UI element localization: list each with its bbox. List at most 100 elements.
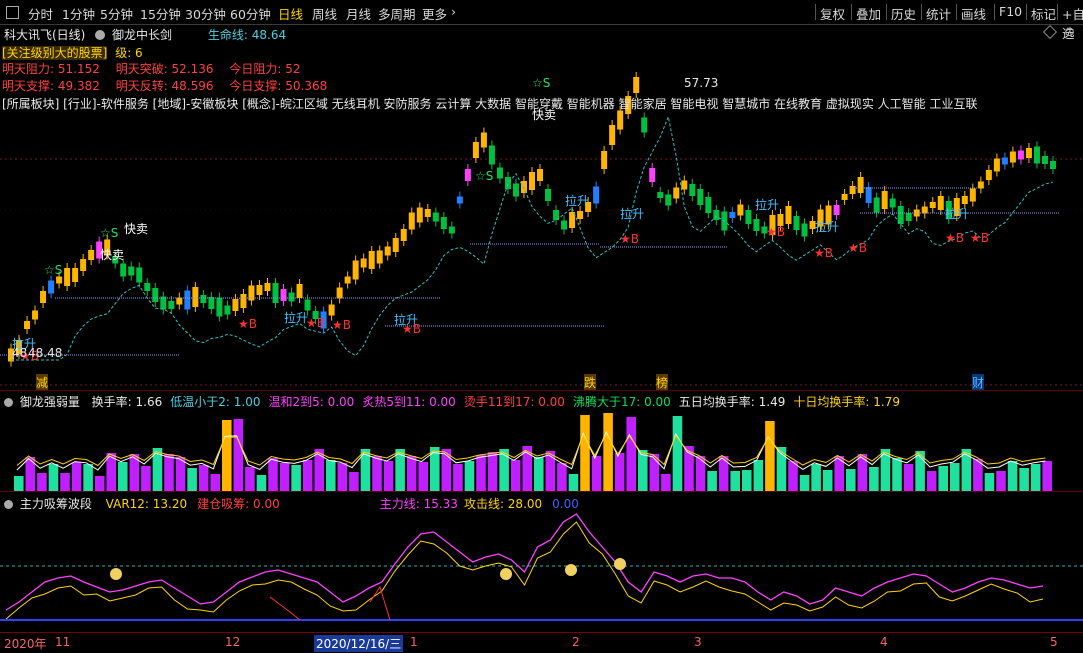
chart-annotation: ★B xyxy=(238,317,257,331)
period-tab[interactable]: 月线 xyxy=(346,4,371,23)
date-axis: 2020年 11 12 1 2 3 4 5 2020/12/16/三 xyxy=(0,632,1083,653)
volume-bar xyxy=(672,416,683,491)
candle-body xyxy=(937,196,944,210)
volume-bar xyxy=(268,458,278,491)
indicator-legend-item: 攻击线: 28.00 xyxy=(463,497,543,511)
period-tab[interactable]: 30分钟 xyxy=(185,4,226,23)
volume-bar xyxy=(164,454,174,491)
volume-bar xyxy=(926,471,937,491)
volume-bar xyxy=(210,474,220,491)
volume-bar xyxy=(568,474,579,491)
window-restore-icon[interactable] xyxy=(6,6,19,19)
volume-bar xyxy=(638,450,648,491)
toolbar-button[interactable]: 复权 xyxy=(820,4,845,23)
chart-annotation: ☆S xyxy=(100,226,118,240)
candle-body xyxy=(969,188,976,202)
toolbar-button[interactable]: 画线 xyxy=(961,4,986,23)
lifeline-label: 生命线: 48.64 xyxy=(207,28,287,42)
candle-body xyxy=(456,196,463,204)
today-support: 今日支撑: 50.368 xyxy=(229,79,328,93)
period-tab[interactable]: 15分钟 xyxy=(140,4,181,23)
indicator-panel[interactable]: 主力吸筹波段 VAR12: 13.20 建仓吸筹: 0.00 主力线: 15.33 攻… xyxy=(0,491,1083,633)
candle-body xyxy=(24,321,31,329)
chart-annotation: 拉升 xyxy=(815,219,839,234)
candle-body xyxy=(192,287,199,307)
period-tab[interactable]: 5分钟 xyxy=(100,4,133,23)
event-marker[interactable]: 跌 xyxy=(584,374,597,391)
settings-dot-icon[interactable] xyxy=(95,30,106,40)
indicator-name[interactable]: 御龙中长剑 xyxy=(112,28,172,42)
candle-body xyxy=(520,181,527,193)
candle-body xyxy=(136,267,143,283)
candle-body xyxy=(240,294,247,308)
candle-body xyxy=(512,183,519,197)
volume-indicator-name[interactable]: 御龙强弱量 xyxy=(20,395,80,409)
candle-body xyxy=(1001,157,1008,165)
settings-dot-icon[interactable] xyxy=(4,398,13,407)
candle-body xyxy=(633,77,640,93)
date-tick-label: 12 xyxy=(225,635,241,649)
volume-bar xyxy=(707,471,717,491)
volume-bar xyxy=(753,460,764,491)
period-tab[interactable]: 60分钟 xyxy=(230,4,271,23)
period-tab[interactable]: 多周期 xyxy=(378,4,416,23)
event-marker[interactable]: 减 xyxy=(36,374,49,391)
var12-line xyxy=(5,521,1044,620)
period-tab[interactable]: 1分钟 xyxy=(62,4,95,23)
volume-bar xyxy=(25,457,36,491)
toolbar-separator xyxy=(994,4,995,20)
toolbar-button[interactable]: F10 xyxy=(999,4,1022,19)
date-tick-label: 3 xyxy=(694,635,702,649)
expand-icon[interactable]: ⊙ xyxy=(1064,25,1075,40)
event-marker[interactable]: 榜 xyxy=(656,374,669,391)
concern-row: [关注级别大的股票] 级: 6 xyxy=(2,44,143,61)
candle-body xyxy=(256,285,263,295)
event-marker[interactable]: 财 xyxy=(972,374,985,391)
candle-body xyxy=(184,290,191,310)
candle-body xyxy=(641,117,648,133)
volume-bar xyxy=(580,415,590,491)
date-tick-label: 5 xyxy=(1050,635,1058,649)
candle-body xyxy=(657,192,664,198)
candle-body xyxy=(80,259,87,271)
volume-panel[interactable]: 御龙强弱量 换手率: 1.66 低温小于2: 1.00 温和2到5: 0.00 炙热5… xyxy=(0,390,1083,492)
toolbar-separator xyxy=(921,4,922,20)
toolbar-button[interactable]: 统计 xyxy=(926,4,951,23)
volume-bar xyxy=(742,470,752,491)
volume-bar xyxy=(788,461,798,491)
volume-bar xyxy=(557,463,567,491)
volume-bar xyxy=(892,458,902,491)
date-tick-label: 11 xyxy=(55,635,71,649)
volume-bar xyxy=(60,473,70,491)
candle-body xyxy=(881,191,888,209)
period-tab[interactable]: 分时 xyxy=(28,4,53,23)
candle-body xyxy=(801,223,808,237)
volume-bar xyxy=(279,463,290,491)
candle-body xyxy=(537,169,544,181)
period-tab[interactable]: 周线 xyxy=(312,4,337,23)
toolbar-separator xyxy=(815,4,816,20)
toolbar-button[interactable]: 标记 xyxy=(1031,4,1056,23)
date-axis-highlight: 2020/12/16/三 xyxy=(314,635,404,652)
today-resistance: 今日阻力: 52 xyxy=(229,62,301,76)
volume-bar xyxy=(1019,468,1029,491)
indicator-legend-item: 0.00 xyxy=(552,497,579,511)
toolbar-button[interactable]: 历史 xyxy=(891,4,916,23)
chart-annotation: 快卖 xyxy=(124,222,148,236)
toolbar-button[interactable]: 叠加 xyxy=(856,4,881,23)
volume-bar xyxy=(903,464,914,491)
chevron-right-icon[interactable]: › xyxy=(451,4,456,19)
indicator-legend-item: 主力线: 15.33 xyxy=(379,497,458,511)
candle-body xyxy=(400,229,407,241)
candle-body xyxy=(985,170,992,180)
period-tab[interactable]: 更多 xyxy=(422,4,447,23)
candle-body xyxy=(593,186,600,204)
indicator-panel-name[interactable]: 主力吸筹波段 xyxy=(20,497,92,511)
period-tab[interactable]: 日线 xyxy=(278,4,303,23)
kline-chart[interactable]: ☆S ☆S ☆S ☆S 快卖 快卖 快卖 拉升 拉升 拉升 拉升 拉升 拉升 拉升 拉升 ★B ★B ★B ★B ★B… xyxy=(0,24,1083,391)
settings-dot-icon[interactable] xyxy=(4,500,13,509)
volume-bar xyxy=(603,413,613,491)
toolbar-separator xyxy=(1026,4,1027,20)
volume-bar xyxy=(846,469,856,491)
volume-bar xyxy=(857,454,868,491)
